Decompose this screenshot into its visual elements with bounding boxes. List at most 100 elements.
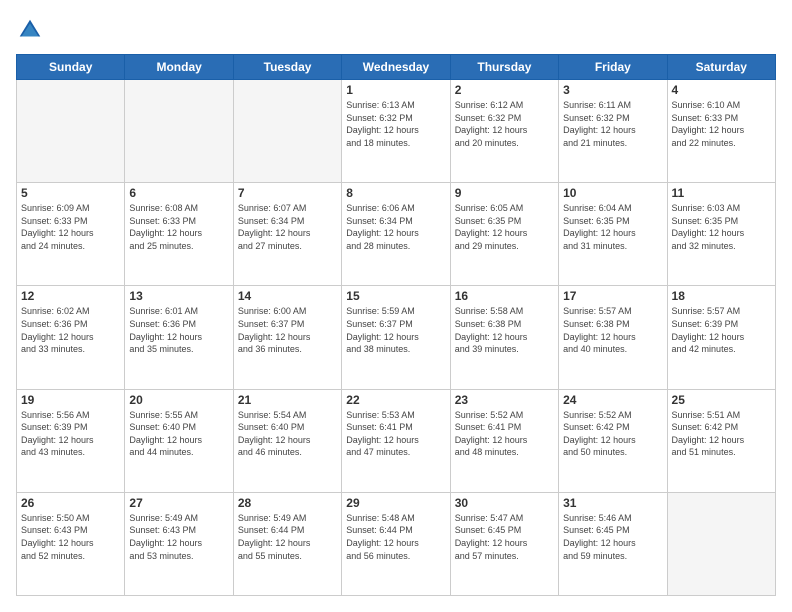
calendar-cell (233, 80, 341, 183)
logo (16, 16, 48, 44)
day-info: Sunrise: 5:50 AM Sunset: 6:43 PM Dayligh… (21, 512, 120, 562)
weekday-header-tuesday: Tuesday (233, 55, 341, 80)
calendar-cell: 6Sunrise: 6:08 AM Sunset: 6:33 PM Daylig… (125, 183, 233, 286)
day-info: Sunrise: 6:10 AM Sunset: 6:33 PM Dayligh… (672, 99, 771, 149)
calendar-cell: 7 Sunrise: 6:07 AM Sunset: 6:34 PM Daylig… (233, 183, 341, 286)
day-info: Sunrise: 5:51 AM Sunset: 6:42 PM Dayligh… (672, 409, 771, 459)
day-info: Sunrise: 5:47 AM Sunset: 6:45 PM Dayligh… (455, 512, 554, 562)
day-number: 15 (346, 289, 445, 303)
day-info: Sunrise: 5:49 AM Sunset: 6:43 PM Dayligh… (129, 512, 228, 562)
day-info: Sunrise: 5:57 AM Sunset: 6:38 PM Dayligh… (563, 305, 662, 355)
day-number: 3 (563, 83, 662, 97)
day-number: 25 (672, 393, 771, 407)
day-info: Sunrise: 6:12 AM Sunset: 6:32 PM Dayligh… (455, 99, 554, 149)
week-row-5: 26 Sunrise: 5:50 AM Sunset: 6:43 PM Dayli… (17, 492, 776, 595)
calendar-cell: 3Sunrise: 6:11 AM Sunset: 6:32 PM Daylig… (559, 80, 667, 183)
header (16, 16, 776, 44)
calendar-table: SundayMondayTuesdayWednesdayThursdayFrid… (16, 54, 776, 596)
day-number: 11 (672, 186, 771, 200)
day-info: Sunrise: 6:03 AM Sunset: 6:35 PM Dayligh… (672, 202, 771, 252)
day-number: 10 (563, 186, 662, 200)
day-info: Sunrise: 6:01 AM Sunset: 6:36 PM Dayligh… (129, 305, 228, 355)
day-number: 31 (563, 496, 662, 510)
week-row-1: 1 Sunrise: 6:13 AM Sunset: 6:32 PM Daylig… (17, 80, 776, 183)
day-info: Sunrise: 5:49 AM Sunset: 6:44 PM Dayligh… (238, 512, 337, 562)
weekday-header-sunday: Sunday (17, 55, 125, 80)
week-row-3: 12Sunrise: 6:02 AM Sunset: 6:36 PM Dayli… (17, 286, 776, 389)
calendar-cell: 8 Sunrise: 6:06 AM Sunset: 6:34 PM Daylig… (342, 183, 450, 286)
calendar-cell: 12Sunrise: 6:02 AM Sunset: 6:36 PM Dayli… (17, 286, 125, 389)
calendar-cell: 10 Sunrise: 6:04 AM Sunset: 6:35 PM Dayli… (559, 183, 667, 286)
day-info: Sunrise: 6:06 AM Sunset: 6:34 PM Dayligh… (346, 202, 445, 252)
logo-icon (16, 16, 44, 44)
weekday-header-monday: Monday (125, 55, 233, 80)
calendar-cell: 14 Sunrise: 6:00 AM Sunset: 6:37 PM Dayli… (233, 286, 341, 389)
calendar-cell: 17 Sunrise: 5:57 AM Sunset: 6:38 PM Dayli… (559, 286, 667, 389)
calendar-cell: 19 Sunrise: 5:56 AM Sunset: 6:39 PM Dayli… (17, 389, 125, 492)
day-number: 26 (21, 496, 120, 510)
day-number: 20 (129, 393, 228, 407)
day-info: Sunrise: 6:13 AM Sunset: 6:32 PM Dayligh… (346, 99, 445, 149)
day-info: Sunrise: 5:57 AM Sunset: 6:39 PM Dayligh… (672, 305, 771, 355)
weekday-header-friday: Friday (559, 55, 667, 80)
day-info: Sunrise: 5:59 AM Sunset: 6:37 PM Dayligh… (346, 305, 445, 355)
day-number: 8 (346, 186, 445, 200)
day-info: Sunrise: 6:05 AM Sunset: 6:35 PM Dayligh… (455, 202, 554, 252)
calendar-cell: 30Sunrise: 5:47 AM Sunset: 6:45 PM Dayli… (450, 492, 558, 595)
calendar-cell: 27 Sunrise: 5:49 AM Sunset: 6:43 PM Dayli… (125, 492, 233, 595)
calendar-cell: 16Sunrise: 5:58 AM Sunset: 6:38 PM Dayli… (450, 286, 558, 389)
day-info: Sunrise: 6:09 AM Sunset: 6:33 PM Dayligh… (21, 202, 120, 252)
calendar-cell: 4 Sunrise: 6:10 AM Sunset: 6:33 PM Daylig… (667, 80, 775, 183)
week-row-2: 5 Sunrise: 6:09 AM Sunset: 6:33 PM Daylig… (17, 183, 776, 286)
calendar-cell: 24 Sunrise: 5:52 AM Sunset: 6:42 PM Dayli… (559, 389, 667, 492)
calendar-cell: 28 Sunrise: 5:49 AM Sunset: 6:44 PM Dayli… (233, 492, 341, 595)
day-number: 2 (455, 83, 554, 97)
day-number: 1 (346, 83, 445, 97)
calendar-cell: 20 Sunrise: 5:55 AM Sunset: 6:40 PM Dayli… (125, 389, 233, 492)
day-number: 18 (672, 289, 771, 303)
day-info: Sunrise: 6:04 AM Sunset: 6:35 PM Dayligh… (563, 202, 662, 252)
day-info: Sunrise: 5:54 AM Sunset: 6:40 PM Dayligh… (238, 409, 337, 459)
day-info: Sunrise: 6:07 AM Sunset: 6:34 PM Dayligh… (238, 202, 337, 252)
calendar-cell: 9 Sunrise: 6:05 AM Sunset: 6:35 PM Daylig… (450, 183, 558, 286)
day-number: 27 (129, 496, 228, 510)
day-info: Sunrise: 5:52 AM Sunset: 6:41 PM Dayligh… (455, 409, 554, 459)
day-number: 7 (238, 186, 337, 200)
day-number: 9 (455, 186, 554, 200)
day-info: Sunrise: 6:02 AM Sunset: 6:36 PM Dayligh… (21, 305, 120, 355)
calendar-cell: 1 Sunrise: 6:13 AM Sunset: 6:32 PM Daylig… (342, 80, 450, 183)
day-number: 24 (563, 393, 662, 407)
day-number: 4 (672, 83, 771, 97)
day-number: 6 (129, 186, 228, 200)
day-info: Sunrise: 5:53 AM Sunset: 6:41 PM Dayligh… (346, 409, 445, 459)
calendar-cell: 18 Sunrise: 5:57 AM Sunset: 6:39 PM Dayli… (667, 286, 775, 389)
day-number: 17 (563, 289, 662, 303)
page: SundayMondayTuesdayWednesdayThursdayFrid… (0, 0, 792, 612)
day-number: 14 (238, 289, 337, 303)
weekday-header-row: SundayMondayTuesdayWednesdayThursdayFrid… (17, 55, 776, 80)
day-info: Sunrise: 5:52 AM Sunset: 6:42 PM Dayligh… (563, 409, 662, 459)
calendar-cell (17, 80, 125, 183)
calendar-cell: 13 Sunrise: 6:01 AM Sunset: 6:36 PM Dayli… (125, 286, 233, 389)
day-number: 22 (346, 393, 445, 407)
day-number: 19 (21, 393, 120, 407)
day-number: 13 (129, 289, 228, 303)
calendar-cell: 11 Sunrise: 6:03 AM Sunset: 6:35 PM Dayli… (667, 183, 775, 286)
day-number: 28 (238, 496, 337, 510)
day-info: Sunrise: 6:00 AM Sunset: 6:37 PM Dayligh… (238, 305, 337, 355)
day-info: Sunrise: 5:58 AM Sunset: 6:38 PM Dayligh… (455, 305, 554, 355)
day-info: Sunrise: 5:56 AM Sunset: 6:39 PM Dayligh… (21, 409, 120, 459)
day-number: 5 (21, 186, 120, 200)
weekday-header-thursday: Thursday (450, 55, 558, 80)
week-row-4: 19 Sunrise: 5:56 AM Sunset: 6:39 PM Dayli… (17, 389, 776, 492)
calendar-cell: 26 Sunrise: 5:50 AM Sunset: 6:43 PM Dayli… (17, 492, 125, 595)
calendar-cell (667, 492, 775, 595)
calendar-cell: 31Sunrise: 5:46 AM Sunset: 6:45 PM Dayli… (559, 492, 667, 595)
calendar-cell: 29Sunrise: 5:48 AM Sunset: 6:44 PM Dayli… (342, 492, 450, 595)
weekday-header-saturday: Saturday (667, 55, 775, 80)
day-info: Sunrise: 5:55 AM Sunset: 6:40 PM Dayligh… (129, 409, 228, 459)
day-number: 23 (455, 393, 554, 407)
day-number: 29 (346, 496, 445, 510)
calendar-cell: 2 Sunrise: 6:12 AM Sunset: 6:32 PM Daylig… (450, 80, 558, 183)
calendar-cell: 5 Sunrise: 6:09 AM Sunset: 6:33 PM Daylig… (17, 183, 125, 286)
